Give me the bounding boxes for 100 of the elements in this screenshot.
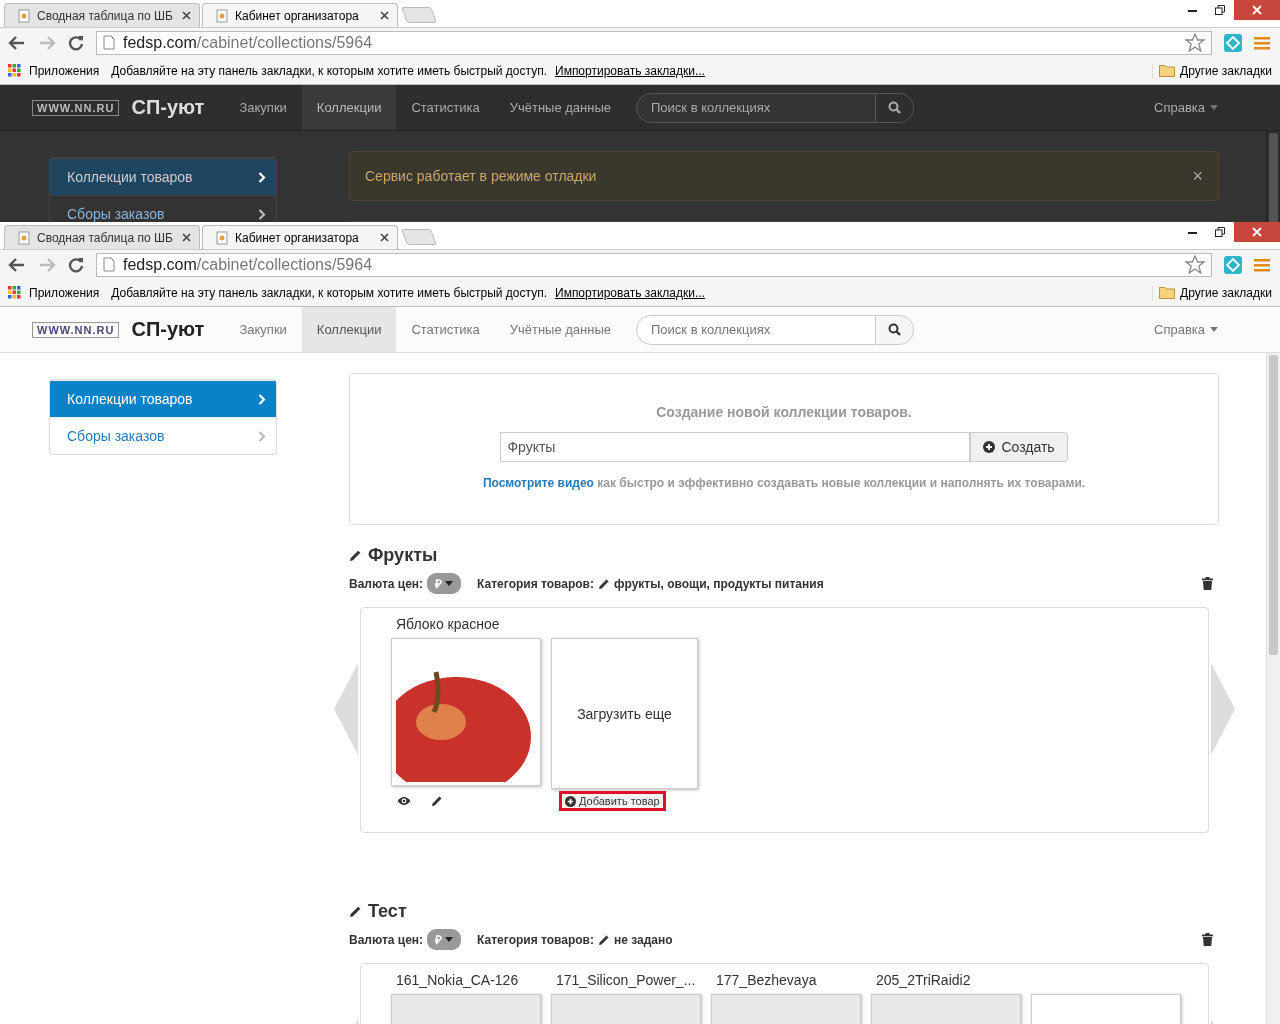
chevron-right-icon xyxy=(258,393,266,405)
load-more-card[interactable]: Загрузить еще xyxy=(551,638,698,789)
alert-text: Сервис работает в режиме отладки xyxy=(365,168,597,184)
brand-link[interactable]: СП-уют xyxy=(131,318,205,341)
close-icon xyxy=(1252,227,1262,237)
restore-icon xyxy=(1215,5,1225,15)
nav-link[interactable]: Учётные данные xyxy=(494,307,626,352)
page-icon xyxy=(103,35,115,50)
sidebar-item[interactable]: Коллекции товаров xyxy=(50,380,276,417)
sidebar-item[interactable]: Сборы заказов xyxy=(50,417,276,454)
currency-label: Валюта цен: xyxy=(349,576,424,591)
star-icon[interactable] xyxy=(1185,33,1205,52)
search-icon xyxy=(888,101,901,114)
close-icon[interactable] xyxy=(380,233,389,242)
search-button[interactable] xyxy=(876,92,914,123)
pencil-icon xyxy=(349,548,362,562)
close-icon xyxy=(1252,5,1262,15)
tab-title: Кабинет организатора xyxy=(235,8,360,23)
category-value[interactable]: фрукты, овощи, продукты питания xyxy=(614,576,824,591)
caret-icon xyxy=(1210,105,1218,110)
card-title: Создание новой коллекции товаров. xyxy=(656,404,912,420)
help-menu[interactable]: Справка xyxy=(1154,100,1218,115)
import-bookmarks-link[interactable]: Импортировать закладки... xyxy=(555,285,705,300)
address-bar[interactable]: fedsp.com/cabinet/collections/5964 xyxy=(96,252,1212,277)
search-field[interactable]: Поиск в коллекциях xyxy=(636,92,876,123)
close-icon[interactable] xyxy=(380,11,389,20)
tab-title: Кабинет организатора xyxy=(235,230,360,245)
bookmarks-hint: Добавляйте на эту панель закладки, к которым хотите иметь быстрый доступ. xyxy=(111,63,547,78)
menu-icon[interactable] xyxy=(1254,257,1270,272)
page-icon xyxy=(17,230,31,245)
back-icon[interactable] xyxy=(8,256,26,273)
nav-link[interactable]: Статистика xyxy=(396,307,495,352)
nav-link[interactable]: Учётные данные xyxy=(494,85,626,130)
sidebar-item[interactable]: Коллекции товаров xyxy=(50,158,276,195)
create-button[interactable]: Создать xyxy=(970,432,1068,462)
folder-icon xyxy=(1159,286,1176,299)
address-bar[interactable]: fedsp.com/cabinet/collections/5964 xyxy=(96,30,1212,55)
browser-tab[interactable]: Кабинет организатора xyxy=(202,225,398,249)
new-tab-button[interactable] xyxy=(401,229,437,245)
product-name: 177_Bezhevaya xyxy=(715,971,818,990)
url-text: fedsp.com/cabinet/collections/5964 xyxy=(123,255,373,274)
star-icon[interactable] xyxy=(1185,255,1205,274)
reload-icon[interactable] xyxy=(68,34,84,51)
nav-link[interactable]: Коллекции xyxy=(301,307,397,352)
brand-link[interactable]: СП-уют xyxy=(131,96,205,119)
chevron-right-icon xyxy=(258,171,266,183)
browser-tab[interactable]: Сводная таблица по ШБ xyxy=(4,225,200,249)
page-icon xyxy=(17,8,31,23)
plus-circle-icon xyxy=(983,441,996,453)
trash-icon[interactable] xyxy=(1202,577,1213,590)
plus-circle-icon xyxy=(565,795,576,807)
extension-icon[interactable] xyxy=(1224,33,1242,52)
close-button[interactable]: × xyxy=(1192,165,1203,187)
collection-name-field[interactable]: Фрукты xyxy=(500,432,971,462)
add-product-button[interactable]: Добавить товар xyxy=(559,791,666,811)
nav-link[interactable]: Закупки xyxy=(224,85,302,130)
chevron-right-icon xyxy=(258,208,266,220)
browser-tab[interactable]: Сводная таблица по ШБ xyxy=(4,3,200,27)
browser-tab[interactable]: Кабинет организатора xyxy=(202,3,398,27)
back-icon[interactable] xyxy=(8,34,26,51)
currency-label: Валюта цен: xyxy=(349,932,424,947)
import-bookmarks-link[interactable]: Импортировать закладки... xyxy=(555,63,705,78)
search-icon xyxy=(888,323,901,336)
caret-icon xyxy=(1210,327,1218,332)
folder-icon xyxy=(1159,64,1176,77)
video-link[interactable]: Посмотрите видео xyxy=(482,476,594,490)
close-icon[interactable] xyxy=(182,233,191,242)
site-logo[interactable]: WWW.NN.RU xyxy=(32,99,120,116)
other-bookmarks-button[interactable]: Другие закладки xyxy=(1152,285,1272,300)
apps-grid-icon[interactable] xyxy=(8,64,21,77)
category-value[interactable]: не задано xyxy=(614,932,673,947)
pencil-icon xyxy=(349,904,362,918)
product-name: 171_Silicon_Power_... xyxy=(555,971,697,990)
video-hint: Посмотрите видео как быстро и эффективно создавать новые коллекции и наполнять их товарами. xyxy=(482,476,1086,490)
close-window-button[interactable] xyxy=(1234,222,1280,242)
product-name: Яблоко красное xyxy=(395,615,501,634)
trash-icon[interactable] xyxy=(1202,933,1213,946)
close-window-button[interactable] xyxy=(1234,0,1280,20)
close-icon[interactable] xyxy=(182,11,191,20)
apps-grid-icon[interactable] xyxy=(8,286,21,299)
eye-icon[interactable] xyxy=(397,796,411,806)
reload-icon[interactable] xyxy=(68,256,84,273)
apps-link[interactable]: Приложения xyxy=(29,285,100,300)
page-icon xyxy=(215,8,229,23)
chevron-right-icon xyxy=(258,430,266,442)
restore-icon xyxy=(1215,227,1225,237)
apps-link[interactable]: Приложения xyxy=(29,63,100,78)
new-tab-button[interactable] xyxy=(401,7,437,23)
site-logo[interactable]: WWW.NN.RU xyxy=(32,321,120,338)
pencil-icon xyxy=(598,933,610,946)
page-icon xyxy=(103,257,115,272)
nav-link[interactable]: Коллекции xyxy=(301,85,397,130)
nav-link[interactable]: Закупки xyxy=(224,307,302,352)
help-menu[interactable]: Справка xyxy=(1154,322,1218,337)
menu-icon[interactable] xyxy=(1254,35,1270,50)
other-bookmarks-button[interactable]: Другие закладки xyxy=(1152,63,1272,78)
pencil-icon xyxy=(598,577,610,590)
pencil-icon xyxy=(431,795,443,807)
nav-link[interactable]: Статистика xyxy=(396,85,495,130)
extension-icon[interactable] xyxy=(1224,255,1242,274)
